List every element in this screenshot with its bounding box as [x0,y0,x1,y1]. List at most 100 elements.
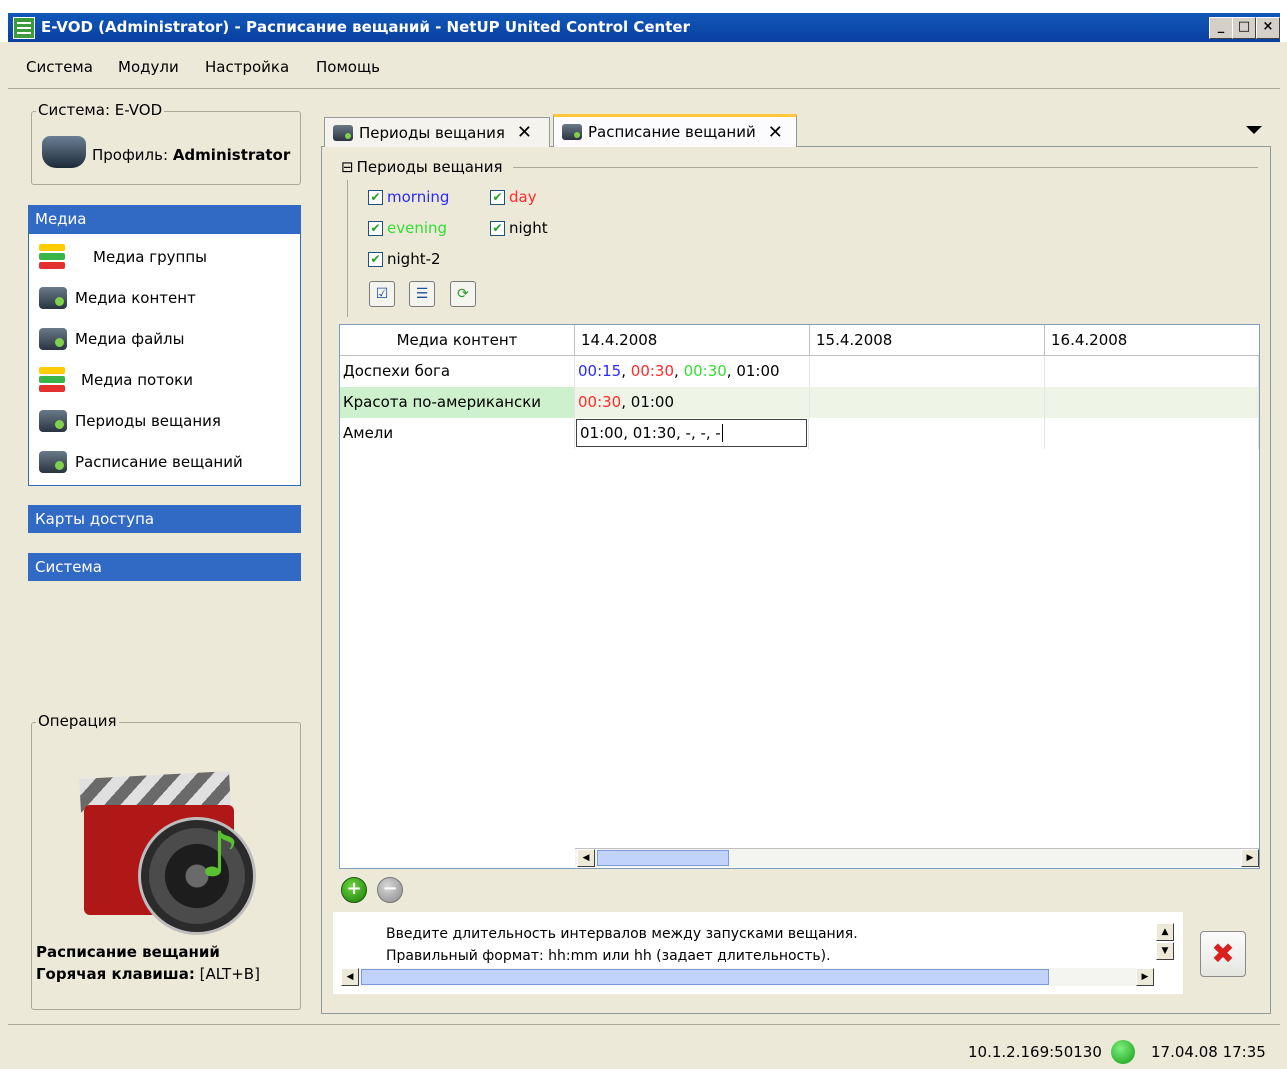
period-label: evening [387,219,448,237]
schedule-cell[interactable] [1045,387,1259,418]
camera-icon [39,451,67,473]
media-panel-header[interactable]: Медиа [28,205,301,233]
period-morning-checkbox[interactable]: ✔ morning [368,188,449,206]
remove-row-button[interactable]: − [377,877,403,903]
media-name-cell[interactable]: Доспехи бога [340,356,575,387]
message-hscrollbar[interactable]: ◀ ▶ [341,968,1154,986]
scroll-thumb[interactable] [361,969,1049,985]
schedule-cell[interactable]: 01:00, 01:30, -, -, - [575,418,809,449]
media-name-cell[interactable]: Красота по-американски [340,387,575,418]
list-icon: ☰ [415,286,429,302]
scroll-left-icon[interactable]: ◀ [341,968,359,986]
menu-system[interactable]: Система [26,58,93,76]
deselect-all-button[interactable]: ☰ [409,281,435,307]
scroll-left-icon[interactable]: ◀ [577,849,595,867]
add-row-button[interactable]: + [341,877,367,903]
status-bar: 10.1.2.169:50130 17.04.08 17:35 [8,1024,1280,1069]
check-icon[interactable]: ✔ [368,251,383,267]
close-icon: ✖ [1211,937,1235,970]
nav-label: Периоды вещания [75,412,221,430]
profile-value: Administrator [172,146,291,164]
scroll-right-icon[interactable]: ▶ [1241,849,1259,867]
tab-broadcast-periods[interactable]: Периоды вещания ✕ [324,117,550,147]
camera-icon [39,410,67,432]
period-night-checkbox[interactable]: ✔ night [490,219,548,237]
schedule-cell[interactable] [810,356,1045,387]
tab-close-icon[interactable]: ✕ [517,122,532,143]
period-night-2-checkbox[interactable]: ✔ night-2 [368,250,441,268]
menu-divider [8,88,1280,89]
column-header-date[interactable]: 16.4.2008 [1045,325,1259,356]
camera-icon [39,287,67,309]
close-button[interactable]: × [1256,17,1280,39]
schedule-edit-input[interactable]: 01:00, 01:30, -, -, - [576,419,807,447]
media-name-cell[interactable]: Амели [340,418,575,449]
period-evening-checkbox[interactable]: ✔ evening [368,219,447,237]
refresh-button[interactable]: ⟳ [450,281,476,307]
column-header-media[interactable]: Медиа контент [340,325,575,356]
arrows-icon [39,242,69,272]
nav-media-files[interactable]: Медиа файлы [39,328,184,350]
system-box-title: Система: E-VOD [36,101,165,119]
table-row[interactable]: Красота по-американски 00:30, 01:00 [340,387,1259,418]
profile-icon [42,136,86,168]
system-panel-header[interactable]: Система [28,553,301,581]
minimize-button[interactable]: _ [1209,17,1233,39]
period-label: day [509,188,537,206]
operation-hotkey: Горячая клавиша: [ALT+B] [36,965,260,983]
profile-line: Профиль: Administrator [92,146,290,164]
periods-header[interactable]: ⊟ Периоды вещания [341,158,502,176]
nav-label: Медиа контент [75,289,196,307]
schedule-cell[interactable]: 00:15, 00:30, 00:30, 01:00 [575,356,810,387]
access-cards-header[interactable]: Карты доступа [28,505,301,533]
check-icon[interactable]: ✔ [490,189,505,205]
period-label: night [509,219,548,237]
column-header-date[interactable]: 15.4.2008 [810,325,1045,356]
schedule-cell[interactable]: 00:30, 01:00 [575,387,810,418]
menu-modules[interactable]: Модули [118,58,179,76]
scroll-right-icon[interactable]: ▶ [1136,968,1154,986]
app-icon [13,17,35,39]
nav-media-groups[interactable]: Медиа группы [39,242,207,272]
menu-settings[interactable]: Настройка [205,58,289,76]
schedule-cell[interactable] [1045,356,1259,387]
checklist-icon: ☑ [375,286,389,302]
nav-media-streams[interactable]: Медиа потоки [39,365,193,395]
tab-close-icon[interactable]: ✕ [768,122,783,143]
tab-label: Расписание вещаний [588,123,756,141]
scroll-up-icon[interactable]: ▲ [1156,923,1174,941]
arrows-icon [39,365,69,395]
select-all-button[interactable]: ☑ [369,281,395,307]
period-day-checkbox[interactable]: ✔ day [490,188,537,206]
nav-media-content[interactable]: Медиа контент [39,287,196,309]
schedule-cell[interactable] [1045,418,1259,449]
nav-label: Расписание вещаний [75,453,243,471]
collapse-icon[interactable]: ⊟ [341,158,354,176]
schedule-cell[interactable] [810,387,1045,418]
dismiss-message-button[interactable]: ✖ [1200,931,1246,977]
scroll-down-icon[interactable]: ▼ [1156,942,1174,960]
nav-broadcast-periods[interactable]: Периоды вещания [39,410,221,432]
table-row[interactable]: Доспехи бога 00:15, 00:30, 00:30, 01:00 [340,356,1259,387]
schedule-cell[interactable] [810,418,1045,449]
table-row[interactable]: Амели 01:00, 01:30, -, -, - [340,418,1259,449]
check-icon[interactable]: ✔ [490,220,505,236]
nav-broadcast-schedule[interactable]: Расписание вещаний [39,451,243,473]
check-icon[interactable]: ✔ [368,189,383,205]
nav-label: Медиа потоки [81,371,193,389]
scroll-thumb[interactable] [597,850,729,866]
maximize-button[interactable]: □ [1232,17,1256,39]
title-bar-strip[interactable]: E-VOD (Administrator) - Расписание вещан… [8,13,1280,42]
menu-help[interactable]: Помощь [316,58,380,76]
schedule-table: Медиа контент 14.4.2008 15.4.2008 16.4.2… [339,324,1260,869]
column-header-date[interactable]: 14.4.2008 [575,325,810,356]
text-cursor [721,424,723,442]
check-icon[interactable]: ✔ [368,220,383,236]
message-line-1: Введите длительность интервалов между за… [386,926,858,942]
tab-list-dropdown-icon[interactable] [1246,126,1262,134]
server-address: 10.1.2.169:50130 [968,1043,1102,1061]
tab-broadcast-schedule[interactable]: Расписание вещаний ✕ [553,114,797,147]
period-label: night-2 [387,250,441,268]
table-hscrollbar[interactable]: ◀ ▶ [575,848,1259,867]
time-segment: , [621,362,631,380]
